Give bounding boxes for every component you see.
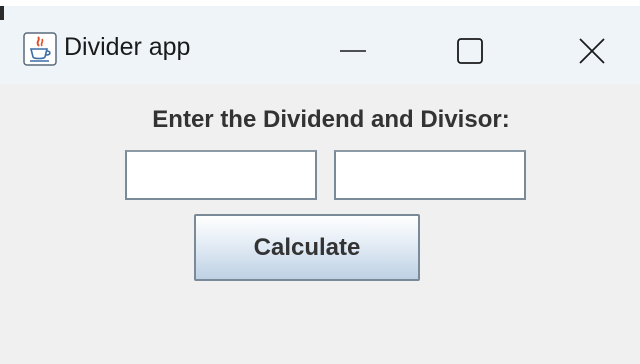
java-cup-icon[interactable]	[23, 32, 57, 66]
close-icon	[579, 38, 605, 64]
instruction-label: Enter the Dividend and Divisor:	[152, 106, 510, 133]
maximize-icon	[457, 38, 483, 64]
content-panel: Enter the Dividend and Divisor: Calculat…	[0, 84, 640, 364]
window-title: Divider app	[64, 33, 191, 61]
minimize-button[interactable]	[280, 12, 380, 86]
close-button[interactable]	[540, 12, 640, 86]
app-window: Divider app Enter the Dividend and Divis…	[0, 0, 640, 364]
maximize-button[interactable]	[418, 12, 518, 86]
divisor-input[interactable]	[334, 150, 526, 200]
minimize-icon	[340, 50, 366, 52]
calculate-button[interactable]: Calculate	[194, 214, 420, 281]
dividend-input[interactable]	[125, 150, 317, 200]
title-bar[interactable]: Divider app	[0, 0, 640, 84]
window-corner-mark	[0, 6, 4, 20]
